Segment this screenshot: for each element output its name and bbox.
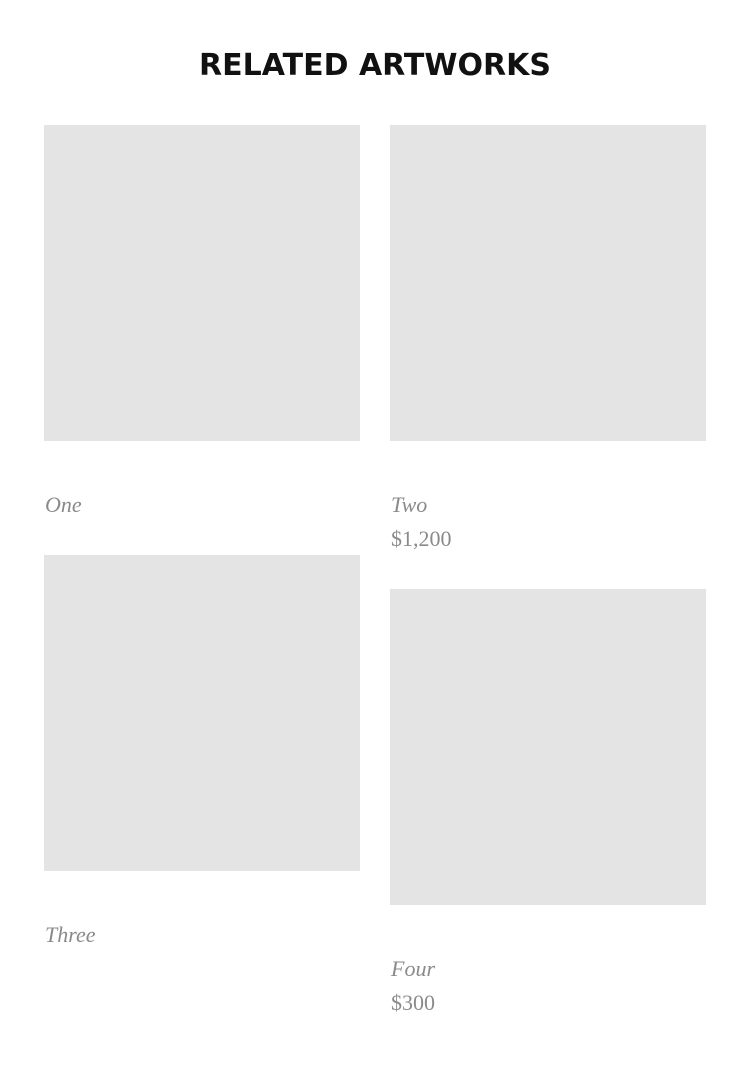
- section-title: RELATED ARTWORKS: [199, 48, 551, 83]
- artwork-image-placeholder[interactable]: [44, 125, 360, 441]
- artwork-image-placeholder[interactable]: [390, 125, 706, 441]
- artwork-card-one[interactable]: One: [44, 125, 360, 517]
- artwork-name[interactable]: Three: [45, 921, 96, 949]
- artwork-name[interactable]: Four: [391, 955, 435, 983]
- artwork-name[interactable]: Two: [391, 491, 427, 519]
- artwork-image-placeholder[interactable]: [44, 555, 360, 871]
- artwork-card-four[interactable]: Four $300: [390, 589, 706, 1015]
- artwork-card-two[interactable]: Two $1,200: [390, 125, 706, 551]
- artwork-image-placeholder[interactable]: [390, 589, 706, 905]
- artwork-card-three[interactable]: Three: [44, 555, 360, 947]
- artwork-price: $1,200: [391, 526, 452, 551]
- artwork-price: $300: [391, 990, 435, 1015]
- artwork-name[interactable]: One: [45, 491, 82, 519]
